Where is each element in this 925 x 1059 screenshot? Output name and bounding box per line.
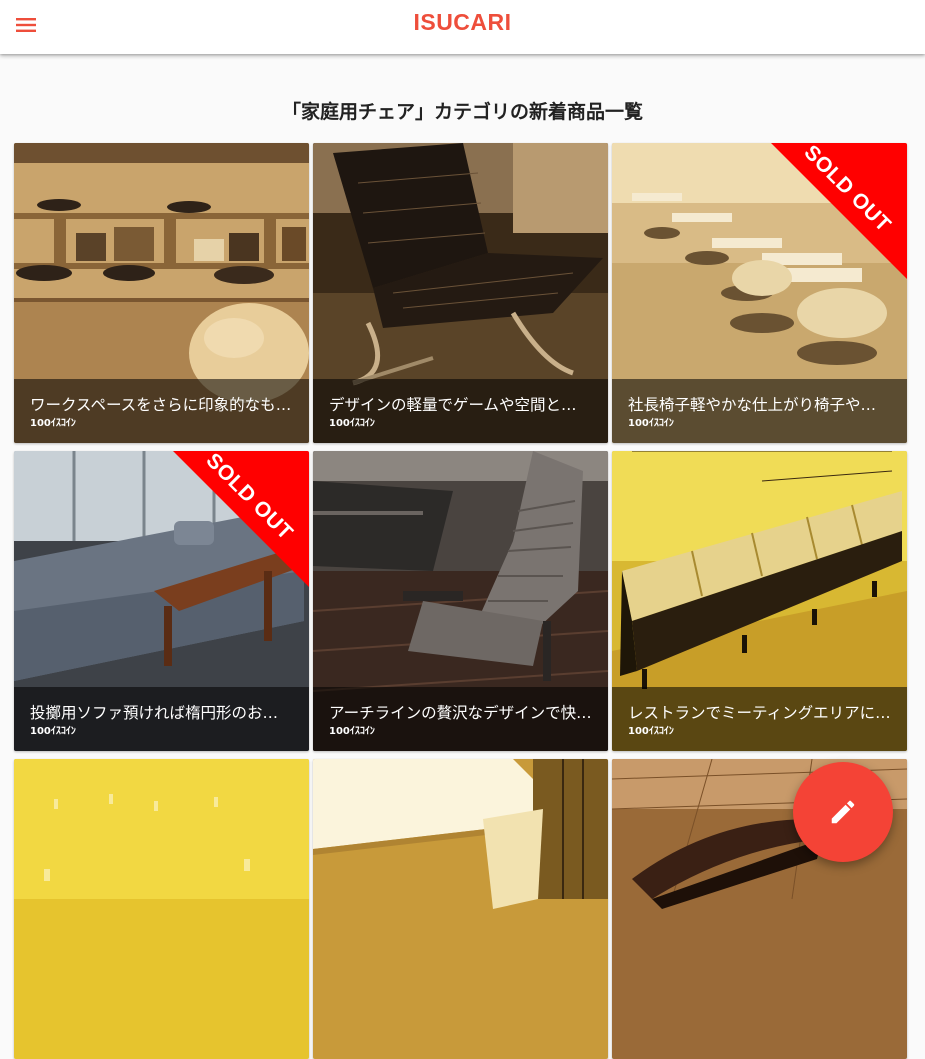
sell-item-fab[interactable] bbox=[793, 762, 893, 862]
pencil-icon bbox=[831, 800, 855, 824]
item-card[interactable]: SOLD OUT 投擲用ソファ預ければ楕円形のおしゃれな 100ｲｽｺｲﾝ bbox=[14, 451, 309, 751]
item-name: 投擲用ソファ預ければ楕円形のおしゃれな bbox=[30, 704, 293, 722]
item-card[interactable] bbox=[313, 759, 608, 1059]
item-card[interactable]: ワークスペースをさらに印象的なものに 100ｲｽｺｲﾝ bbox=[14, 143, 309, 443]
item-name: アーチラインの贅沢なデザインで快適に bbox=[329, 704, 592, 722]
item-caption: デザインの軽量でゲームや空間と調和する 100ｲｽｺｲﾝ bbox=[313, 379, 608, 443]
item-price: 100ｲｽｺｲﾝ bbox=[628, 726, 674, 737]
item-price: 100ｲｽｺｲﾝ bbox=[329, 418, 375, 429]
item-price: 100ｲｽｺｲﾝ bbox=[30, 726, 76, 737]
item-caption: レストランでミーティングエリアにも最適 100ｲｽｺｲﾝ bbox=[612, 687, 907, 751]
item-photo bbox=[313, 759, 608, 1059]
brand-logo[interactable]: ISUCARI bbox=[0, 9, 925, 36]
item-card[interactable]: SOLD OUT 社長椅子軽やかな仕上がり椅子やソファ 100ｲｽｺｲﾝ bbox=[612, 143, 907, 443]
item-caption: ワークスペースをさらに印象的なものに 100ｲｽｺｲﾝ bbox=[14, 379, 309, 443]
item-price: 100ｲｽｺｲﾝ bbox=[628, 418, 674, 429]
item-name: 社長椅子軽やかな仕上がり椅子やソファ bbox=[628, 396, 891, 414]
page-title: 「家庭用チェア」カテゴリの新着商品一覧 bbox=[281, 101, 643, 123]
item-caption: 社長椅子軽やかな仕上がり椅子やソファ 100ｲｽｺｲﾝ bbox=[612, 379, 907, 443]
app-bar: ISUCARI bbox=[0, 0, 925, 54]
item-name: レストランでミーティングエリアにも最適 bbox=[628, 704, 891, 722]
item-caption: 投擲用ソファ預ければ楕円形のおしゃれな 100ｲｽｺｲﾝ bbox=[14, 687, 309, 751]
item-grid: ワークスペースをさらに印象的なものに 100ｲｽｺｲﾝ デザインの軽量でゲームや… bbox=[14, 143, 907, 1059]
item-card[interactable]: アーチラインの贅沢なデザインで快適に 100ｲｽｺｲﾝ bbox=[313, 451, 608, 751]
item-name: デザインの軽量でゲームや空間と調和する bbox=[329, 396, 592, 414]
item-name: ワークスペースをさらに印象的なものに bbox=[30, 396, 293, 414]
item-caption: アーチラインの贅沢なデザインで快適に 100ｲｽｺｲﾝ bbox=[313, 687, 608, 751]
item-price: 100ｲｽｺｲﾝ bbox=[30, 418, 76, 429]
item-card[interactable] bbox=[14, 759, 309, 1059]
item-card[interactable]: デザインの軽量でゲームや空間と調和する 100ｲｽｺｲﾝ bbox=[313, 143, 608, 443]
item-photo bbox=[14, 759, 309, 1059]
item-card[interactable]: レストランでミーティングエリアにも最適 100ｲｽｺｲﾝ bbox=[612, 451, 907, 751]
item-price: 100ｲｽｺｲﾝ bbox=[329, 726, 375, 737]
